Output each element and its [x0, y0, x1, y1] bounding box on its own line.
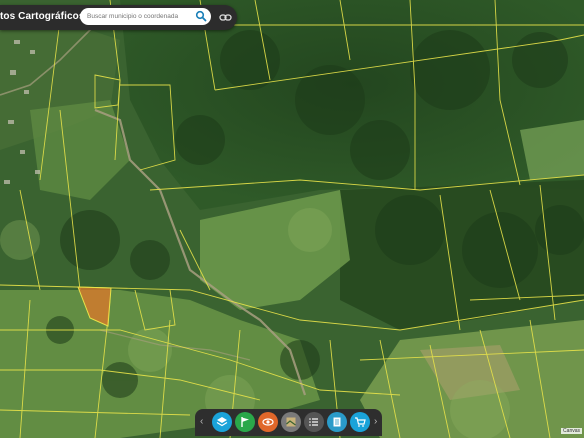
document-icon — [333, 417, 341, 427]
satellite-map[interactable] — [0, 0, 584, 438]
toolbar-prev-button[interactable]: ‹ — [200, 415, 203, 429]
app-title: tos Cartográficos — [0, 11, 85, 22]
eye-icon — [262, 418, 274, 426]
list-button[interactable] — [304, 412, 324, 432]
cart-button[interactable] — [350, 412, 370, 432]
view-button[interactable] — [258, 412, 278, 432]
flag-icon — [241, 417, 249, 427]
layers-icon — [216, 417, 228, 427]
header-bar: tos Cartográficos — [0, 5, 237, 30]
document-button[interactable] — [327, 412, 347, 432]
basemap-button[interactable] — [281, 412, 301, 432]
cart-icon — [355, 417, 366, 427]
map-credit: Canvas — [561, 428, 582, 434]
search-input[interactable] — [87, 10, 193, 23]
toolbar-next-button[interactable]: › — [374, 415, 377, 429]
layers-button[interactable] — [212, 412, 232, 432]
flag-button[interactable] — [235, 412, 255, 432]
basemap-icon — [286, 417, 296, 427]
search-icon[interactable] — [195, 10, 207, 22]
search-box[interactable] — [80, 8, 211, 25]
bottom-toolbar: ‹ › — [195, 409, 382, 436]
list-icon — [309, 418, 318, 426]
link-icon[interactable] — [219, 11, 232, 24]
